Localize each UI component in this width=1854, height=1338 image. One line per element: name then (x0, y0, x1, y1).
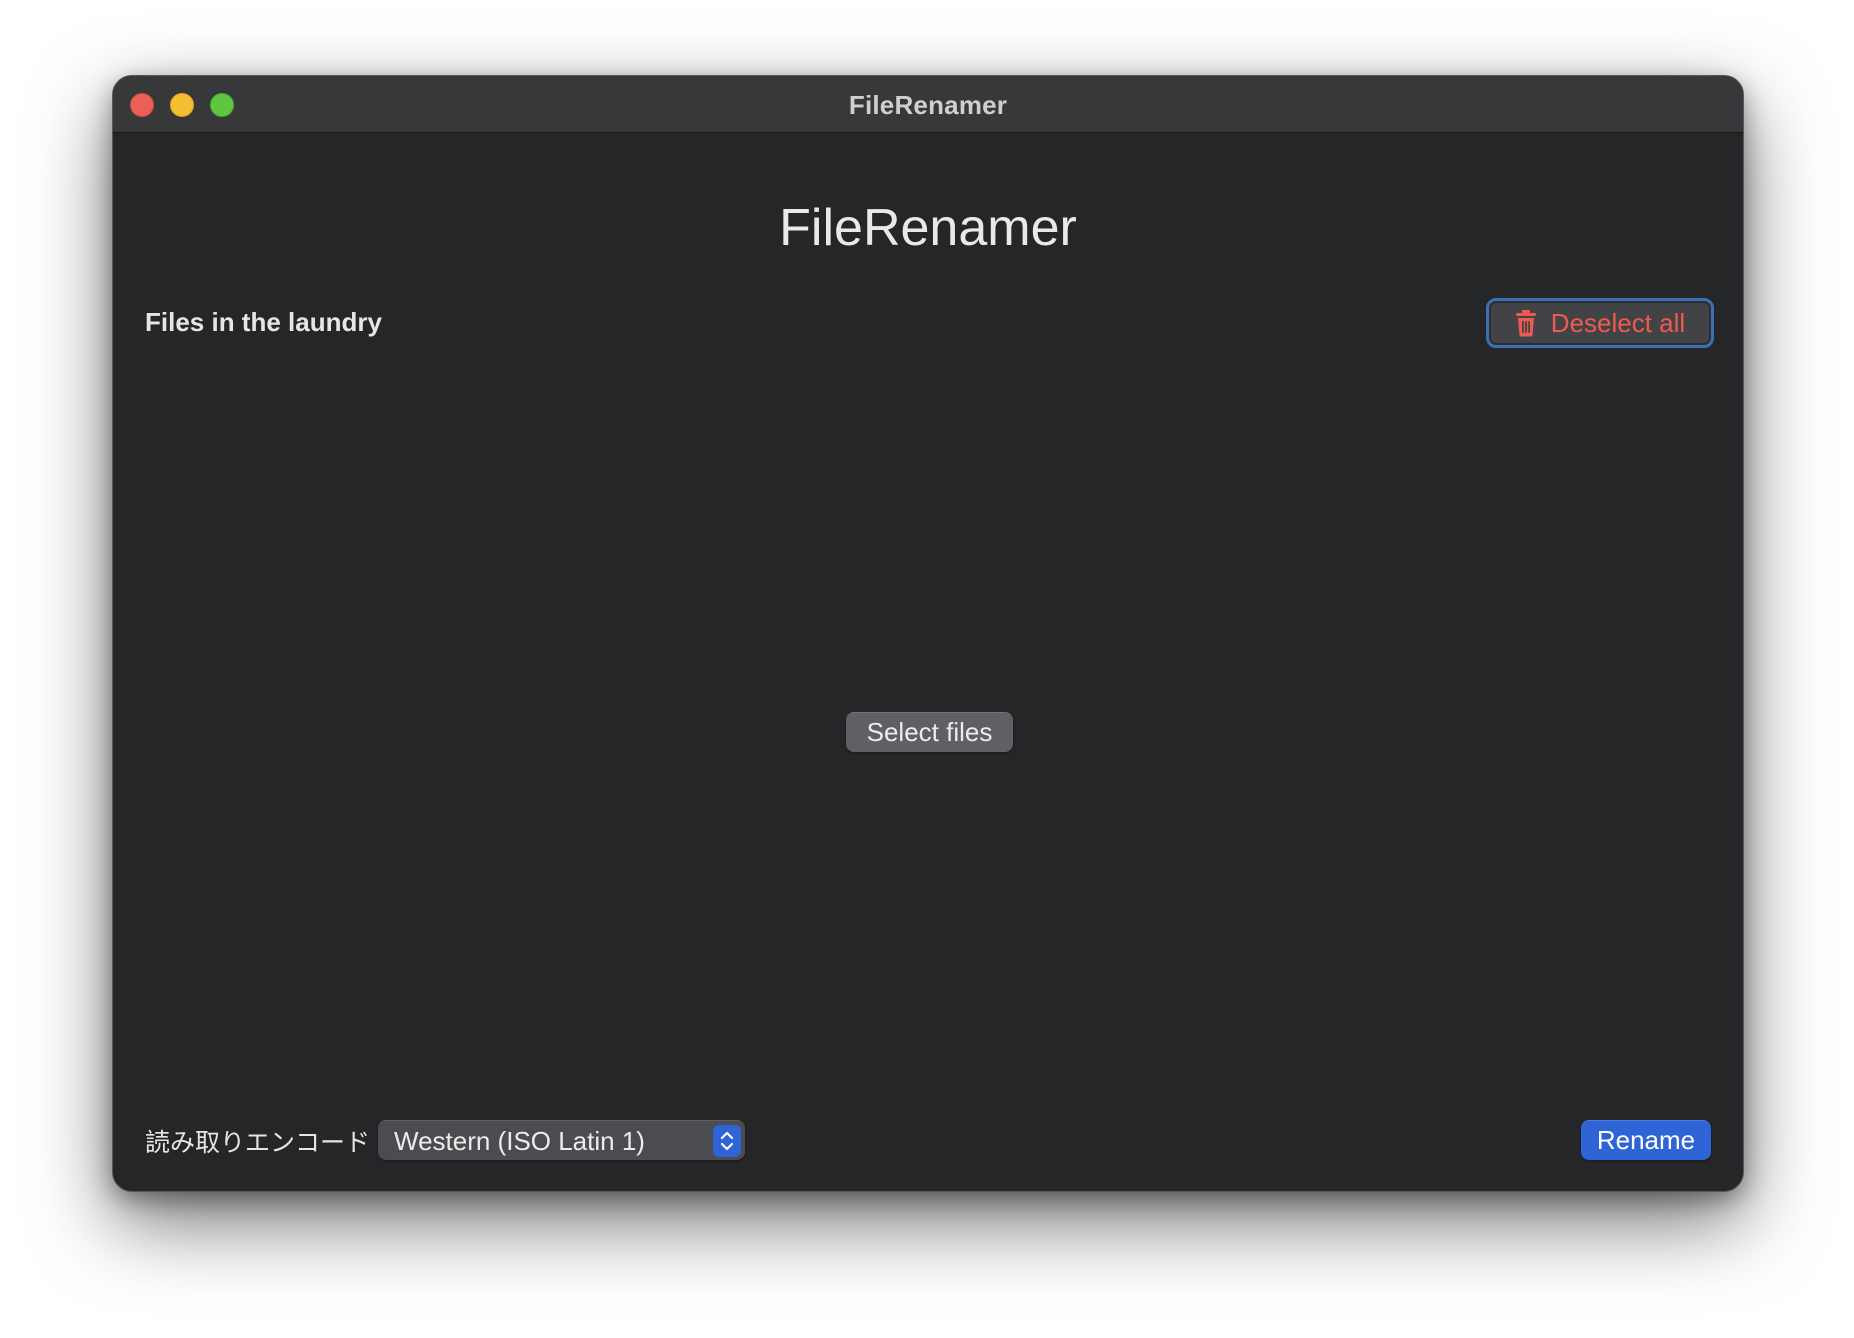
page-title: FileRenamer (779, 199, 1077, 257)
encoding-select[interactable]: Western (ISO Latin 1) (378, 1120, 745, 1160)
select-files-button[interactable]: Select files (846, 712, 1013, 752)
title-bar[interactable]: FileRenamer (113, 76, 1743, 133)
deselect-all-button[interactable]: Deselect all (1486, 298, 1714, 348)
files-section-label: Files in the laundry (145, 307, 382, 337)
encoding-select-value: Western (ISO Latin 1) (394, 1126, 645, 1156)
rename-button[interactable]: Rename (1581, 1120, 1711, 1160)
encoding-label: 読み取りエンコード (145, 1129, 371, 1157)
trash-icon (1515, 309, 1537, 337)
window-title: FileRenamer (848, 90, 1008, 120)
deselect-all-label: Deselect all (1550, 307, 1686, 338)
chevron-up-down-icon (713, 1125, 741, 1157)
app-window: FileRenamer FileRenamer Files in the lau… (112, 75, 1744, 1192)
